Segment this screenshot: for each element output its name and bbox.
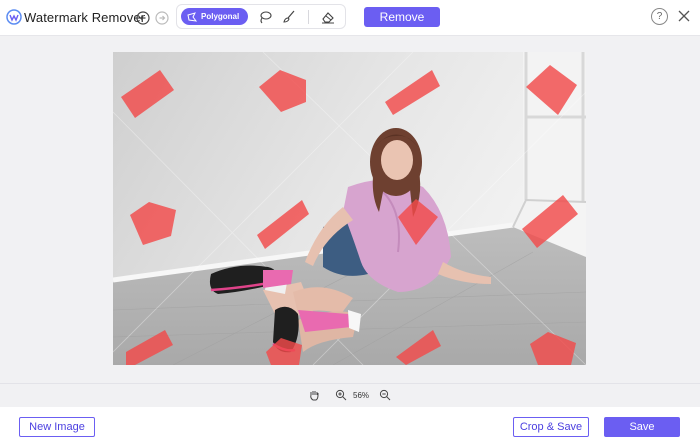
toolbar-divider bbox=[308, 10, 309, 24]
footer-bar: New Image Crop & Save Save bbox=[0, 407, 700, 445]
polygonal-label: Polygonal bbox=[201, 12, 240, 21]
new-image-button[interactable]: New Image bbox=[19, 417, 95, 437]
help-button[interactable]: ? bbox=[651, 8, 668, 25]
remove-button[interactable]: Remove bbox=[364, 7, 440, 27]
app-logo-icon bbox=[6, 9, 22, 25]
crop-and-save-button[interactable]: Crop & Save bbox=[513, 417, 589, 437]
polygonal-tool-button[interactable]: Polygonal bbox=[181, 8, 248, 25]
eraser-icon[interactable] bbox=[320, 9, 336, 25]
polygon-icon bbox=[187, 11, 197, 22]
undo-icon[interactable] bbox=[135, 10, 151, 26]
hand-icon[interactable] bbox=[307, 388, 321, 402]
top-toolbar: Watermark Remover Polygonal Remove ? bbox=[0, 0, 700, 36]
lasso-icon[interactable] bbox=[257, 9, 273, 25]
selection-tool-group: Polygonal bbox=[176, 4, 346, 29]
zoom-level: 56% bbox=[353, 391, 370, 400]
zoom-bar: 56% bbox=[0, 383, 700, 407]
close-icon[interactable] bbox=[676, 8, 692, 24]
canvas-area[interactable] bbox=[0, 37, 700, 383]
photo-canvas[interactable] bbox=[113, 52, 586, 365]
save-button[interactable]: Save bbox=[604, 417, 680, 437]
zoom-out-icon[interactable] bbox=[378, 388, 392, 402]
zoom-in-icon[interactable] bbox=[334, 388, 348, 402]
app-title: Watermark Remover bbox=[24, 10, 146, 25]
redo-icon[interactable] bbox=[154, 10, 170, 26]
brush-icon[interactable] bbox=[281, 9, 297, 25]
watermark-remover-window: Watermark Remover Polygonal Remove ? 56%… bbox=[0, 0, 700, 445]
